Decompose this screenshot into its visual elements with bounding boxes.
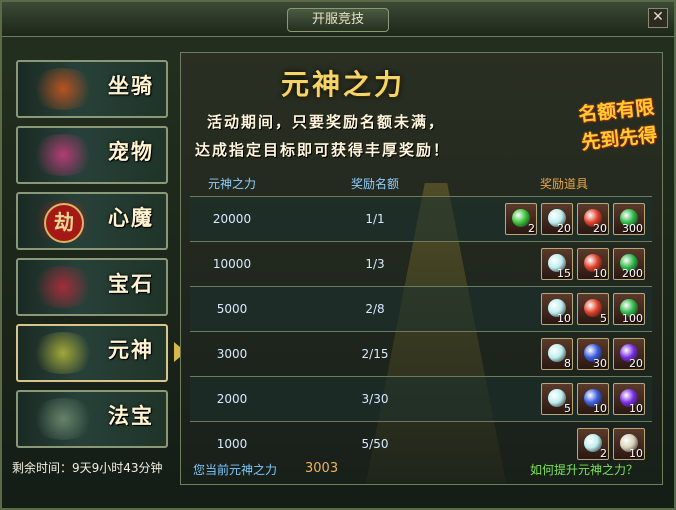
item-count: 10 xyxy=(593,267,607,280)
power-cell: 2000 xyxy=(190,376,274,422)
description-line-1: 活动期间，只要奖励名额未满， xyxy=(207,113,446,131)
item-count: 15 xyxy=(557,267,571,280)
sidebar-item-2[interactable]: 劫心魔 xyxy=(16,192,168,250)
current-power-label: 您当前元神之力 xyxy=(193,463,278,477)
item-count: 10 xyxy=(629,402,643,415)
sidebar-item-label: 坐骑 xyxy=(108,73,154,98)
window-title: 开服竞技 xyxy=(287,8,389,32)
reward-table: 元神之力 奖励名额 奖励道具 20000 1/1 2 20 20 300 10000 1/3 1… xyxy=(190,170,652,466)
cyan-orb-icon[interactable]: 5 xyxy=(541,383,573,415)
cyan-orb-icon[interactable]: 8 xyxy=(541,338,573,370)
quota-cell: 1/3 xyxy=(365,257,385,271)
quota-cell: 2/15 xyxy=(361,347,389,361)
table-row: 2000 3/30 5 10 10 xyxy=(190,376,652,422)
quota-cell: 1/1 xyxy=(274,196,476,242)
spirit-power-panel: 元神之力 活动期间，只要奖励名额未满， 达成指定目标即可获得丰厚奖励！ 名额有限… xyxy=(180,52,663,485)
seal-badge: 劫 xyxy=(44,203,84,243)
title-bar: 开服竞技 ✕ xyxy=(2,2,674,37)
reward-items-cell: 2 20 20 300 xyxy=(476,196,652,242)
blue-orb-icon[interactable]: 30 xyxy=(577,338,609,370)
table-header: 元神之力 奖励名额 奖励道具 xyxy=(190,170,652,197)
col-quota: 奖励名额 xyxy=(350,176,399,191)
power-cell: 20000 xyxy=(190,196,274,242)
green-pearl-icon[interactable]: 200 xyxy=(613,248,645,280)
spirit-icon xyxy=(30,332,96,374)
demon-seal-icon: 劫 xyxy=(30,200,96,243)
table-row: 10000 1/3 15 10 200 xyxy=(190,241,652,287)
quota-cell: 3/30 xyxy=(274,376,476,422)
quota-cell: 2/8 xyxy=(274,286,476,332)
item-count: 10 xyxy=(629,447,643,460)
item-count: 20 xyxy=(593,222,607,235)
cyan-orb-icon[interactable]: 15 xyxy=(541,248,573,280)
sidebar-item-label: 元神 xyxy=(108,337,154,362)
sidebar-item-4[interactable]: 元神 xyxy=(16,324,168,382)
item-count: 2 xyxy=(528,222,535,235)
scroll-icon[interactable]: 10 xyxy=(613,428,645,460)
close-icon[interactable]: ✕ xyxy=(648,8,668,28)
current-power-value: 3003 xyxy=(305,461,339,476)
power-cell: 5000 xyxy=(190,286,274,332)
cyan-orb-icon[interactable]: 20 xyxy=(541,203,573,235)
sidebar-item-label: 法宝 xyxy=(108,403,154,428)
sidebar-item-0[interactable]: 坐骑 xyxy=(16,60,168,118)
item-count: 8 xyxy=(564,357,571,370)
col-power: 元神之力 xyxy=(207,176,256,191)
pet-icon xyxy=(30,134,96,176)
green-pearl-icon[interactable]: 100 xyxy=(613,293,645,325)
sidebar-item-5[interactable]: 法宝 xyxy=(16,390,168,448)
reward-items-cell: 5 10 10 xyxy=(476,376,652,422)
table-row: 1000 5/50 2 10 xyxy=(190,421,652,467)
item-count: 300 xyxy=(622,222,643,235)
col-rewards: 奖励道具 xyxy=(539,176,588,191)
power-cell: 1000 xyxy=(216,437,248,451)
purple-orb-icon[interactable]: 10 xyxy=(613,383,645,415)
sidebar: 坐骑宠物劫心魔宝石元神法宝 xyxy=(16,60,174,456)
remaining-time: 剩余时间：9天9小时43分钟 xyxy=(12,461,163,475)
power-cell: 3000 xyxy=(216,347,248,361)
item-count: 100 xyxy=(622,312,643,325)
cyan-orb-icon[interactable]: 10 xyxy=(541,293,573,325)
item-count: 20 xyxy=(557,222,571,235)
red-crystal-icon[interactable]: 5 xyxy=(577,293,609,325)
limited-stamp: 名额有限 先到先得 xyxy=(503,93,658,164)
green-pearl-icon[interactable]: 300 xyxy=(613,203,645,235)
description-line-2: 达成指定目标即可获得丰厚奖励！ xyxy=(195,141,451,159)
item-count: 200 xyxy=(622,267,643,280)
gem-icon xyxy=(30,266,96,308)
table-row: 3000 2/15 8 30 20 xyxy=(190,331,652,377)
help-link[interactable]: 如何提升元神之力？ xyxy=(530,461,638,478)
reward-items-cell: 2 10 xyxy=(476,422,652,467)
table-row: 20000 1/1 2 20 20 300 xyxy=(190,196,652,242)
item-count: 10 xyxy=(557,312,571,325)
green-gem-icon[interactable]: 2 xyxy=(505,203,537,235)
reward-items-cell: 15 10 200 xyxy=(476,242,652,287)
purple-orb-icon[interactable]: 20 xyxy=(613,338,645,370)
sidebar-item-label: 宠物 xyxy=(108,139,154,164)
item-count: 20 xyxy=(629,357,643,370)
red-crystal-icon[interactable]: 20 xyxy=(577,203,609,235)
item-count: 5 xyxy=(564,402,571,415)
table-row: 5000 2/8 10 5 100 xyxy=(190,286,652,332)
cyan-orb-icon[interactable]: 2 xyxy=(577,428,609,460)
item-count: 2 xyxy=(600,447,607,460)
power-cell: 10000 xyxy=(212,257,252,271)
game-window: 开服竞技 ✕ 坐骑宠物劫心魔宝石元神法宝 剩余时间：9天9小时43分钟 元神之力… xyxy=(0,0,676,510)
item-count: 30 xyxy=(593,357,607,370)
mount-icon xyxy=(30,68,96,110)
sidebar-item-1[interactable]: 宠物 xyxy=(16,126,168,184)
treasure-icon xyxy=(30,398,96,440)
sidebar-item-3[interactable]: 宝石 xyxy=(16,258,168,316)
red-crystal-icon[interactable]: 10 xyxy=(577,248,609,280)
blue-orb-icon[interactable]: 10 xyxy=(577,383,609,415)
panel-title: 元神之力 xyxy=(281,68,406,101)
quota-cell: 5/50 xyxy=(361,437,389,451)
reward-items-cell: 10 5 100 xyxy=(476,286,652,332)
sidebar-item-label: 宝石 xyxy=(108,271,154,296)
sidebar-item-label: 心魔 xyxy=(108,205,154,230)
reward-items-cell: 8 30 20 xyxy=(476,332,652,377)
item-count: 5 xyxy=(600,312,607,325)
item-count: 10 xyxy=(593,402,607,415)
